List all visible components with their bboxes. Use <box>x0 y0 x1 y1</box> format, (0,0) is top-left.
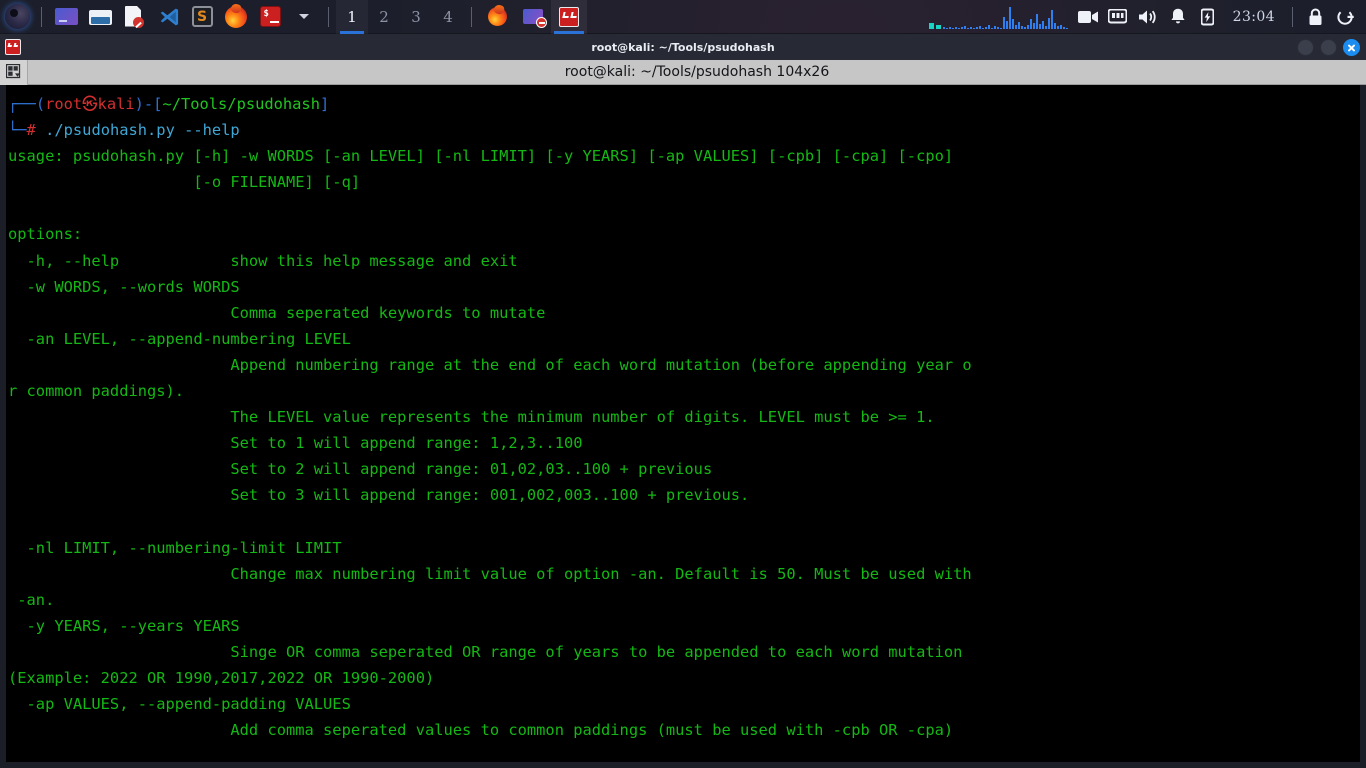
vscode-icon[interactable] <box>153 4 183 30</box>
terminal-screen[interactable]: ┌──(root㉿kali)-[~/Tools/psudohash] └─# .… <box>6 85 1360 762</box>
terminal-body: ┌──(root㉿kali)-[~/Tools/psudohash] └─# .… <box>0 85 1366 768</box>
workspace-label: 1 <box>347 7 357 26</box>
battery-icon[interactable] <box>1193 0 1223 34</box>
file-manager-icon[interactable] <box>51 4 81 30</box>
chevron-down-icon[interactable] <box>289 4 319 30</box>
window-icon <box>0 39 26 55</box>
minimize-button[interactable] <box>1297 38 1314 56</box>
taskbar-file-manager[interactable] <box>515 0 551 34</box>
camera-icon[interactable] <box>1073 0 1103 34</box>
workspace-4[interactable]: 4 <box>432 0 464 34</box>
bell-icon[interactable] <box>1163 0 1193 34</box>
kali-menu-icon[interactable] <box>2 4 32 30</box>
workspace-1[interactable]: 1 <box>336 0 368 34</box>
workspace-label: 4 <box>443 7 453 26</box>
terminal-tab-title[interactable]: root@kali: ~/Tools/psudohash 104x26 <box>28 64 1366 80</box>
panel-divider <box>1292 6 1293 27</box>
display-icon[interactable] <box>1103 0 1133 34</box>
taskbar-firefox[interactable] <box>479 0 515 34</box>
tab-layout-icon[interactable] <box>0 59 28 85</box>
sublime-icon[interactable]: S <box>187 4 217 30</box>
network-graph[interactable] <box>928 5 1069 29</box>
prompt-path: ~/Tools/psudohash <box>162 95 320 113</box>
prompt-frame-bottom: └─ <box>8 121 27 140</box>
top-panel: S $ 1 2 3 4 23:04 <box>0 0 1366 34</box>
maximize-button[interactable] <box>1320 38 1337 56</box>
folder-icon[interactable] <box>85 4 115 30</box>
workspace-3[interactable]: 3 <box>400 0 432 34</box>
workspace-label: 2 <box>379 7 389 26</box>
prompt-symbol: # <box>26 121 36 140</box>
prompt-frame-top: ┌── <box>8 95 36 113</box>
workspace-label: 3 <box>411 7 421 26</box>
window-title: root@kali: ~/Tools/psudohash <box>591 40 775 54</box>
prompt-user-host: root㉿kali <box>45 95 135 113</box>
clock[interactable]: 23:04 <box>1223 9 1285 25</box>
close-button[interactable] <box>1343 38 1360 56</box>
panel-divider <box>328 6 329 27</box>
volume-icon[interactable] <box>1133 0 1163 34</box>
window-controls <box>1297 34 1360 60</box>
lock-icon[interactable] <box>1300 0 1330 34</box>
terminal-window: root@kali: ~/Tools/psudohash root@kali: … <box>0 34 1366 768</box>
terminal-output: usage: psudohash.py [-h] -w WORDS [-an L… <box>8 147 972 740</box>
firefox-icon[interactable] <box>221 4 251 30</box>
prompt-command: ./psudohash.py --help <box>45 121 240 140</box>
terminal-tabbar: root@kali: ~/Tools/psudohash 104x26 <box>0 59 1366 85</box>
panel-divider <box>471 6 472 27</box>
window-titlebar[interactable]: root@kali: ~/Tools/psudohash <box>0 34 1366 60</box>
workspace-2[interactable]: 2 <box>368 0 400 34</box>
sublime-letter: S <box>191 6 213 27</box>
taskbar-terminal[interactable] <box>551 0 587 34</box>
panel-divider <box>41 6 42 27</box>
power-icon[interactable] <box>1330 0 1360 34</box>
text-editor-icon[interactable] <box>119 4 149 30</box>
terminal-icon[interactable]: $ <box>255 4 285 30</box>
